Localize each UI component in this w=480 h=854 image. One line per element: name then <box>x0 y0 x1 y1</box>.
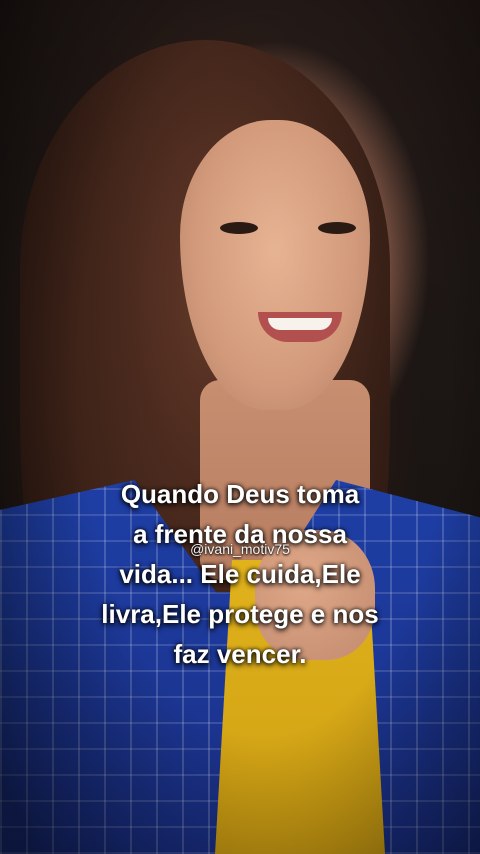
watermark-handle: @ivani_motiv75 <box>190 541 290 557</box>
quote-line: livra,Ele protege e nos <box>101 599 379 629</box>
background-photo: Quando Deus toma a frente da nossa vida.… <box>0 0 480 854</box>
quote-line: Quando Deus toma <box>120 479 360 509</box>
vignette-overlay <box>0 0 480 854</box>
quote-line: faz vencer. <box>173 639 307 669</box>
quote-line: vida... Ele cuida,Ele <box>119 559 361 589</box>
quote-text: Quando Deus toma a frente da nossa vida.… <box>40 474 440 674</box>
